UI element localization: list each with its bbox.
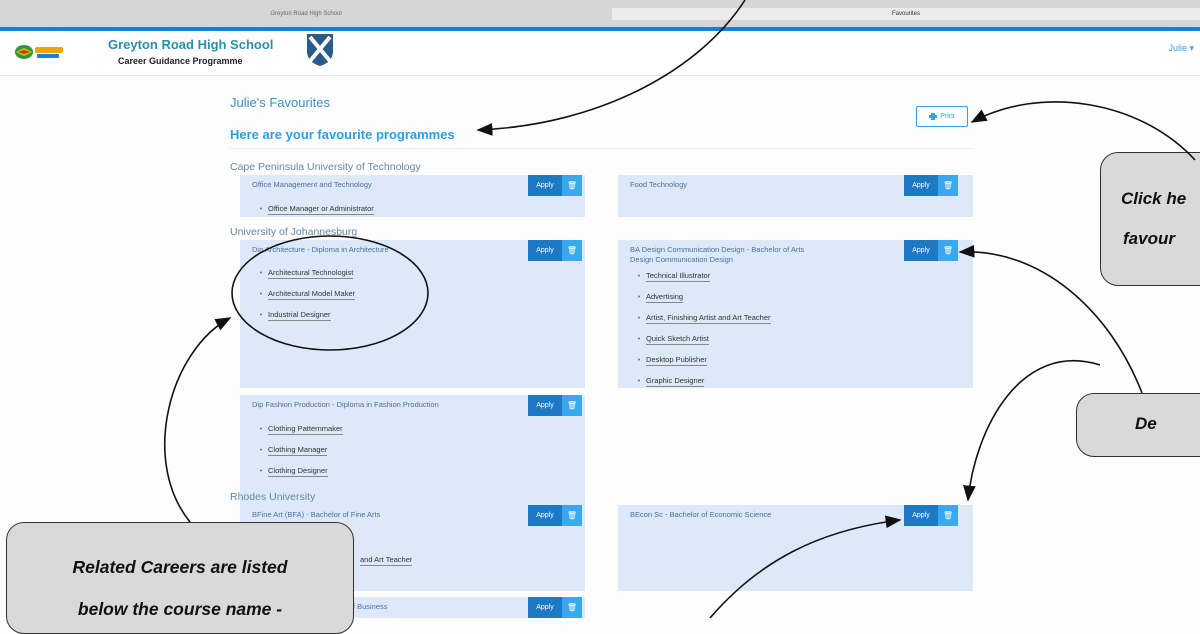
arrow-from-careers-callout — [163, 317, 232, 523]
arrow-to-delete-lower — [963, 359, 1101, 502]
arrow-to-apply-lower — [709, 515, 902, 618]
careers-highlight-circle — [231, 235, 429, 351]
annotation-overlay — [163, 0, 1196, 618]
arrow-to-print — [970, 101, 1196, 161]
arrow-to-delete — [958, 244, 1143, 394]
arrow-to-subtitle — [476, 0, 746, 136]
